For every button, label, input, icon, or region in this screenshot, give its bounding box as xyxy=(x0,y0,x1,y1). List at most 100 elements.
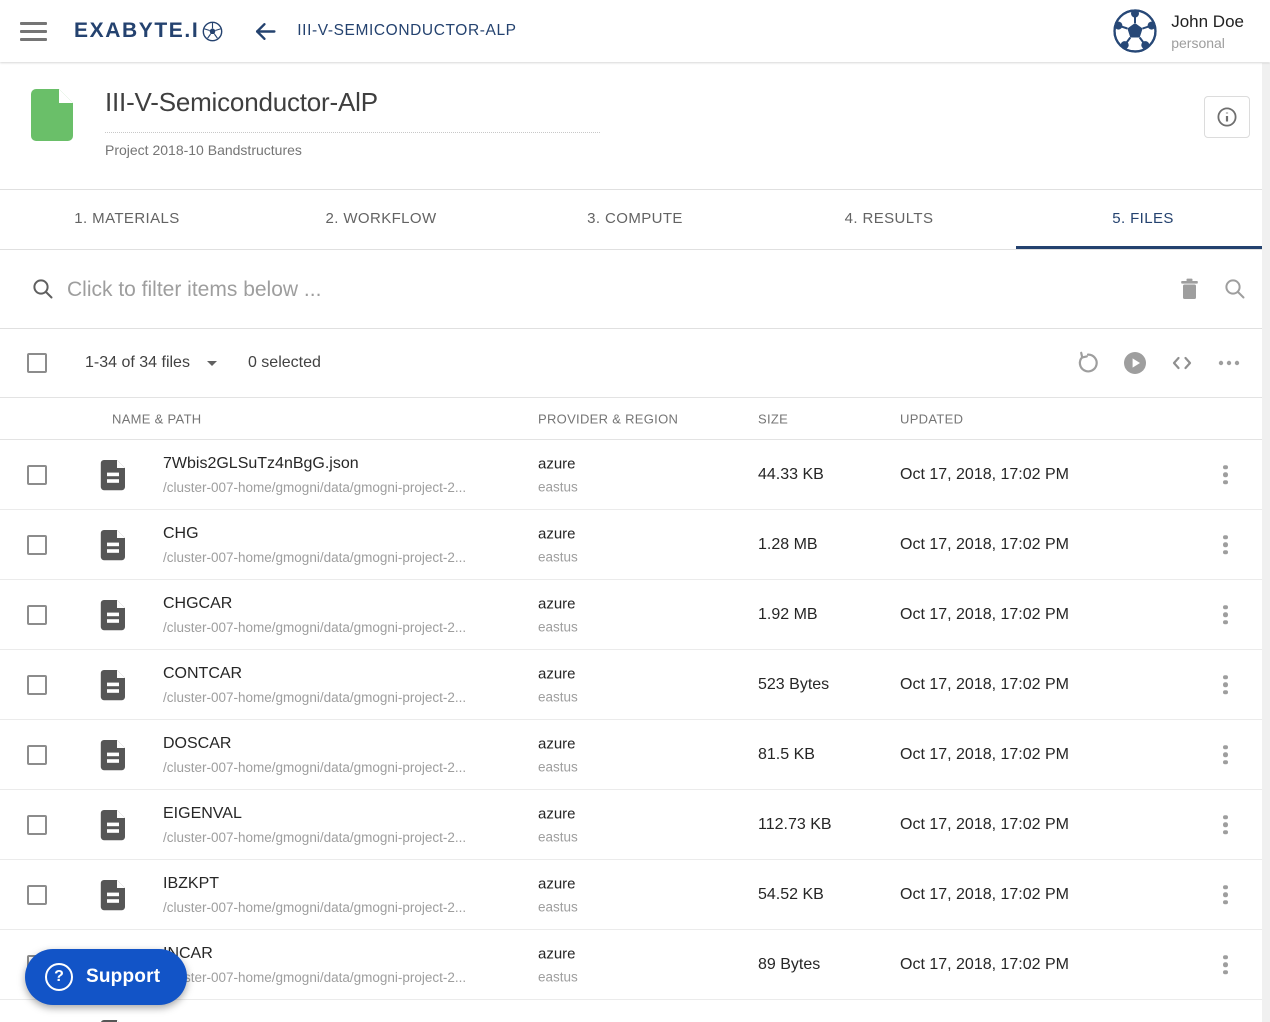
user-menu[interactable]: John Doe personal xyxy=(1113,9,1270,53)
row-menu-icon[interactable] xyxy=(1219,878,1232,912)
column-size: SIZE xyxy=(758,411,789,426)
row-checkbox[interactable] xyxy=(27,675,47,695)
app-bar: EXABYTE.I III-V-SEMICONDUCTOR-ALP John D… xyxy=(0,0,1270,62)
file-path: /cluster-007-home/gmogni/data/gmogni-pro… xyxy=(163,829,467,845)
menu-icon[interactable] xyxy=(20,17,47,46)
filter-bar xyxy=(0,250,1270,329)
column-name-path: NAME & PATH xyxy=(112,411,202,426)
row-menu-icon[interactable] xyxy=(1219,1018,1232,1022)
support-button[interactable]: ? Support xyxy=(25,949,188,1005)
file-region: eastus xyxy=(538,689,578,704)
list-toolbar: 1-34 of 34 files 0 selected xyxy=(0,329,1270,397)
selected-count: 0 selected xyxy=(247,354,321,371)
file-path: /cluster-007-home/gmogni/data/gmogni-pro… xyxy=(163,479,467,495)
tab-compute[interactable]: 3. COMPUTE xyxy=(508,190,762,249)
file-icon xyxy=(100,599,126,636)
code-icon[interactable] xyxy=(1170,351,1194,375)
play-icon[interactable] xyxy=(1123,351,1147,375)
file-path: /cluster-007-home/gmogni/data/gmogni-pro… xyxy=(163,619,467,635)
file-region: eastus xyxy=(538,829,578,844)
file-updated: Oct 17, 2018, 17:02 PM xyxy=(900,885,1069,903)
back-arrow-icon[interactable] xyxy=(253,19,278,44)
table-row: KPOINTS xyxy=(0,1000,1270,1022)
file-path: /cluster-007-home/gmogni/data/gmogni-pro… xyxy=(163,689,467,705)
file-name[interactable]: IBZKPT xyxy=(163,875,466,893)
file-region: eastus xyxy=(538,759,578,774)
file-name[interactable]: CHGCAR xyxy=(163,595,466,613)
file-icon xyxy=(100,739,126,776)
row-menu-icon[interactable] xyxy=(1219,738,1232,772)
row-checkbox[interactable] xyxy=(27,605,47,625)
tab-materials[interactable]: 1. MATERIALS xyxy=(0,190,254,249)
table-row: INCAR /cluster-007-home/gmogni/data/gmog… xyxy=(0,930,1270,1000)
file-provider: azure xyxy=(538,455,576,472)
column-provider-region: PROVIDER & REGION xyxy=(538,411,679,426)
info-button[interactable] xyxy=(1204,96,1250,138)
soccer-ball-icon xyxy=(202,21,223,42)
row-menu-icon[interactable] xyxy=(1219,598,1232,632)
row-menu-icon[interactable] xyxy=(1219,458,1232,492)
row-menu-icon[interactable] xyxy=(1219,948,1232,982)
table-row: EIGENVAL /cluster-007-home/gmogni/data/g… xyxy=(0,790,1270,860)
pagination-dropdown[interactable]: 1-34 of 34 files xyxy=(85,354,217,372)
file-name[interactable]: DOSCAR xyxy=(163,735,466,753)
file-name[interactable]: INCAR xyxy=(163,945,466,963)
file-name[interactable]: EIGENVAL xyxy=(163,805,466,823)
file-size: 1.92 MB xyxy=(758,605,818,623)
row-checkbox[interactable] xyxy=(27,885,47,905)
table-row: CHG /cluster-007-home/gmogni/data/gmogni… xyxy=(0,510,1270,580)
file-provider: azure xyxy=(538,875,576,892)
file-size: 44.33 KB xyxy=(758,465,824,483)
row-menu-icon[interactable] xyxy=(1219,808,1232,842)
file-name[interactable]: 7Wbis2GLSuTz4nBgG.json xyxy=(163,455,466,473)
project-title[interactable]: III-V-Semiconductor-AlP xyxy=(105,87,600,133)
app-logo[interactable]: EXABYTE.I xyxy=(74,19,223,43)
chevron-down-icon xyxy=(206,360,217,366)
file-name[interactable]: CHG xyxy=(163,525,466,543)
more-horizontal-icon[interactable] xyxy=(1217,351,1241,375)
file-provider: azure xyxy=(538,525,576,542)
file-icon xyxy=(100,809,126,846)
table-row: CONTCAR /cluster-007-home/gmogni/data/gm… xyxy=(0,650,1270,720)
file-path: /cluster-007-home/gmogni/data/gmogni-pro… xyxy=(163,969,467,985)
tab-workflow[interactable]: 2. WORKFLOW xyxy=(254,190,508,249)
support-label: Support xyxy=(86,966,161,987)
tab-files[interactable]: 5. FILES xyxy=(1016,190,1270,249)
file-updated: Oct 17, 2018, 17:02 PM xyxy=(900,465,1069,483)
file-region: eastus xyxy=(538,619,578,634)
file-provider: azure xyxy=(538,735,576,752)
help-question-icon: ? xyxy=(45,963,73,991)
file-updated: Oct 17, 2018, 17:02 PM xyxy=(900,535,1069,553)
file-icon xyxy=(100,459,126,496)
row-checkbox[interactable] xyxy=(27,815,47,835)
row-checkbox[interactable] xyxy=(27,535,47,555)
user-name: John Doe xyxy=(1171,11,1244,31)
select-all-checkbox[interactable] xyxy=(27,353,47,373)
file-size: 81.5 KB xyxy=(758,745,815,763)
row-menu-icon[interactable] xyxy=(1219,528,1232,562)
filter-input[interactable] xyxy=(67,270,1067,310)
tab-results[interactable]: 4. RESULTS xyxy=(762,190,1016,249)
search-icon[interactable] xyxy=(1224,278,1246,305)
file-updated: Oct 17, 2018, 17:02 PM xyxy=(900,675,1069,693)
project-header: III-V-Semiconductor-AlP Project 2018-10 … xyxy=(0,62,1270,190)
file-icon xyxy=(100,529,126,566)
file-region: eastus xyxy=(538,899,578,914)
breadcrumb[interactable]: III-V-SEMICONDUCTOR-ALP xyxy=(297,22,516,40)
row-checkbox[interactable] xyxy=(27,465,47,485)
trash-icon[interactable] xyxy=(1179,277,1200,306)
column-updated: UPDATED xyxy=(900,411,964,426)
table-row: DOSCAR /cluster-007-home/gmogni/data/gmo… xyxy=(0,720,1270,790)
file-updated: Oct 17, 2018, 17:02 PM xyxy=(900,605,1069,623)
file-provider: azure xyxy=(538,595,576,612)
refresh-icon[interactable] xyxy=(1076,351,1100,375)
file-provider: azure xyxy=(538,665,576,682)
row-menu-icon[interactable] xyxy=(1219,668,1232,702)
filter-search-icon xyxy=(32,278,54,305)
row-checkbox[interactable] xyxy=(27,745,47,765)
file-list: 7Wbis2GLSuTz4nBgG.json /cluster-007-home… xyxy=(0,440,1270,1022)
table-row: 7Wbis2GLSuTz4nBgG.json /cluster-007-home… xyxy=(0,440,1270,510)
file-size: 112.73 KB xyxy=(758,815,832,833)
file-region: eastus xyxy=(538,479,578,494)
file-name[interactable]: CONTCAR xyxy=(163,665,466,683)
